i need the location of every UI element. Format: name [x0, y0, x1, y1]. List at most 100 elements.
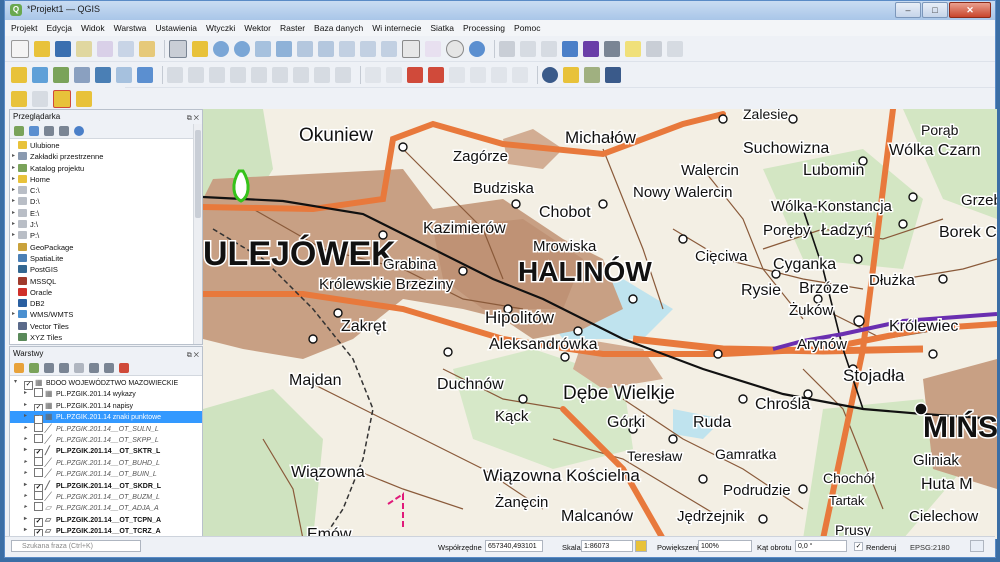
layer-visibility-checkbox[interactable]	[34, 456, 43, 466]
menu-ustawienia[interactable]: Ustawienia	[155, 23, 197, 33]
add-postgis-icon[interactable]	[95, 66, 111, 83]
browser-item[interactable]: SpatiaLite	[10, 253, 202, 264]
scrollbar-thumb[interactable]	[195, 130, 201, 218]
zoom-native-icon[interactable]	[339, 40, 355, 57]
layer-row[interactable]: ▸ ✓ ▱ PL.PZGIK.201.14__OT_TCRZ_A	[10, 525, 202, 537]
field-calculator-icon[interactable]	[541, 40, 557, 57]
browser-scrollbar[interactable]	[193, 124, 202, 344]
add-spatialite-icon[interactable]	[74, 66, 90, 83]
menu-projekt[interactable]: Projekt	[11, 23, 37, 33]
measure-icon[interactable]	[604, 40, 620, 57]
map-tips-icon[interactable]	[625, 40, 641, 57]
remove-layer-icon[interactable]	[119, 363, 129, 373]
menu-edycja[interactable]: Edycja	[46, 23, 72, 33]
coordinate-field[interactable]: 657340,493101	[485, 540, 543, 552]
expand-arrow-icon[interactable]: ▸	[24, 388, 27, 399]
annotation-icon[interactable]	[646, 40, 662, 57]
panel-float-close-icon[interactable]: ⧉ ✕	[187, 349, 199, 363]
browser-item[interactable]: ▸ P:\	[10, 230, 202, 241]
browser-item[interactable]: ▸ D:\	[10, 196, 202, 207]
expand-arrow-icon[interactable]: ▸	[24, 411, 27, 422]
rotate-label-icon[interactable]	[470, 66, 486, 83]
add-vector-layer-icon[interactable]	[32, 66, 48, 83]
add-selected-layer-icon[interactable]	[14, 126, 24, 136]
menu-warstwa[interactable]: Warstwa	[114, 23, 147, 33]
attribute-table-icon[interactable]	[520, 40, 536, 57]
scale-combobox[interactable]: 1:86073	[581, 540, 633, 552]
map-canvas[interactable]: Okuniew Michałów Zagórze Suchowizna Porąb Wal…	[203, 109, 997, 539]
menu-raster[interactable]: Raster	[280, 23, 305, 33]
add-wms-icon[interactable]	[116, 66, 132, 83]
layer-row[interactable]: ▸ ✓ ╱ PL.PZGIK.201.14__OT_SKDR_L	[10, 480, 202, 493]
menu-wtyczki[interactable]: Wtyczki	[206, 23, 235, 33]
browser-item[interactable]: ▸ E:\	[10, 208, 202, 219]
zoom-rubberband-icon[interactable]	[255, 40, 271, 57]
select-features-icon[interactable]	[11, 91, 27, 107]
toolbox-gear-icon[interactable]	[562, 40, 578, 57]
new-project-icon[interactable]	[11, 39, 29, 58]
abc-diagram-icon[interactable]	[428, 66, 444, 83]
help-icon[interactable]	[605, 66, 621, 83]
collapse-all-icon[interactable]	[104, 363, 114, 373]
expand-arrow-icon[interactable]: ▸	[12, 208, 15, 219]
expand-arrow-icon[interactable]: ▸	[24, 445, 27, 456]
filter-icon[interactable]	[44, 126, 54, 136]
refresh-icon[interactable]	[29, 126, 39, 136]
pan-hand-icon[interactable]	[169, 39, 187, 58]
zoom-last-icon[interactable]	[360, 40, 376, 57]
move-label-icon[interactable]	[449, 66, 465, 83]
layer-row[interactable]: ▸ ✓ ╱ PL.PZGIK.201.14__OT_SKTR_L	[10, 445, 202, 459]
locator-search-input[interactable]: Szukana fraza (Ctrl+K)	[11, 540, 141, 552]
expand-arrow-icon[interactable]: ▸	[12, 185, 15, 196]
data-source-manager-icon[interactable]	[11, 66, 27, 83]
layer-row[interactable]: ▸ ╱ PL.PZGIK.201.14__OT_BUHD_L	[10, 456, 202, 468]
deselect-icon[interactable]	[53, 90, 71, 108]
browser-item[interactable]: GeoPackage	[10, 242, 202, 253]
print-layout-icon[interactable]	[97, 40, 113, 57]
gps-icon[interactable]	[542, 66, 558, 83]
layer-row[interactable]: ▾ ✓ ▦ BDOO WOJEWÓDZTWO MAZOWIECKIE	[10, 377, 202, 390]
zoom-out-icon[interactable]	[234, 40, 250, 57]
collapse-all-icon[interactable]	[59, 126, 69, 136]
layer-row[interactable]: ▸ ▦ PL.PZGIK.201.14 wykazy	[10, 388, 202, 399]
zoom-layer-icon[interactable]	[318, 40, 334, 57]
label-tool-icon[interactable]	[365, 66, 381, 83]
map-themes-eye-icon[interactable]	[44, 363, 54, 373]
render-checkbox[interactable]: ✓	[854, 542, 863, 551]
magnifier-field[interactable]: 100%	[698, 540, 752, 552]
browser-item[interactable]: PostGIS	[10, 264, 202, 275]
expand-all-icon[interactable]	[89, 363, 99, 373]
minimize-button[interactable]: –	[895, 2, 921, 18]
close-button[interactable]: ✕	[949, 2, 991, 18]
save-project-icon[interactable]	[55, 40, 71, 57]
pan-to-selection-icon[interactable]	[192, 40, 208, 57]
expand-arrow-icon[interactable]: ▸	[12, 196, 15, 207]
layer-visibility-checkbox[interactable]	[34, 433, 43, 443]
plugin-icon[interactable]	[584, 66, 600, 83]
filter-legend-icon[interactable]	[59, 363, 69, 373]
browser-item[interactable]: ▸ J:\	[10, 219, 202, 230]
layer-visibility-checkbox[interactable]	[34, 490, 43, 500]
messages-icon[interactable]	[970, 540, 984, 552]
select-by-location-icon[interactable]	[76, 91, 92, 107]
menu-wektor[interactable]: Wektor	[244, 23, 271, 33]
expand-arrow-icon[interactable]: ▸	[24, 468, 27, 479]
select-by-value-icon[interactable]	[32, 91, 48, 107]
expand-arrow-icon[interactable]: ▸	[24, 480, 27, 491]
zoom-selection-icon[interactable]	[297, 40, 313, 57]
expand-arrow-icon[interactable]: ▸	[24, 502, 27, 513]
layer-row[interactable]: ▸ ▱ PL.PZGIK.201.14__OT_ADJA_A	[10, 502, 202, 513]
menu-internet[interactable]: Wi internecie	[372, 23, 421, 33]
save-as-icon[interactable]	[76, 40, 92, 57]
abc-label-icon[interactable]	[407, 66, 423, 83]
expand-arrow-icon[interactable]: ▸	[24, 514, 27, 525]
browser-item[interactable]: ▸ Zakładki przestrzenne	[10, 151, 202, 162]
menu-siatka[interactable]: Siatka	[430, 23, 454, 33]
bookmark-icon[interactable]	[425, 40, 441, 57]
zoom-full-icon[interactable]	[276, 40, 292, 57]
layer-row[interactable]: ▸ ╱ PL.PZGIK.201.14__OT_BUIN_L	[10, 468, 202, 479]
expand-arrow-icon[interactable]: ▸	[12, 151, 15, 162]
refresh-icon[interactable]	[469, 40, 485, 57]
layer-row[interactable]: ▸ ╱ PL.PZGIK.201.14__OT_SKPP_L	[10, 433, 202, 445]
maximize-button[interactable]: □	[922, 2, 948, 18]
